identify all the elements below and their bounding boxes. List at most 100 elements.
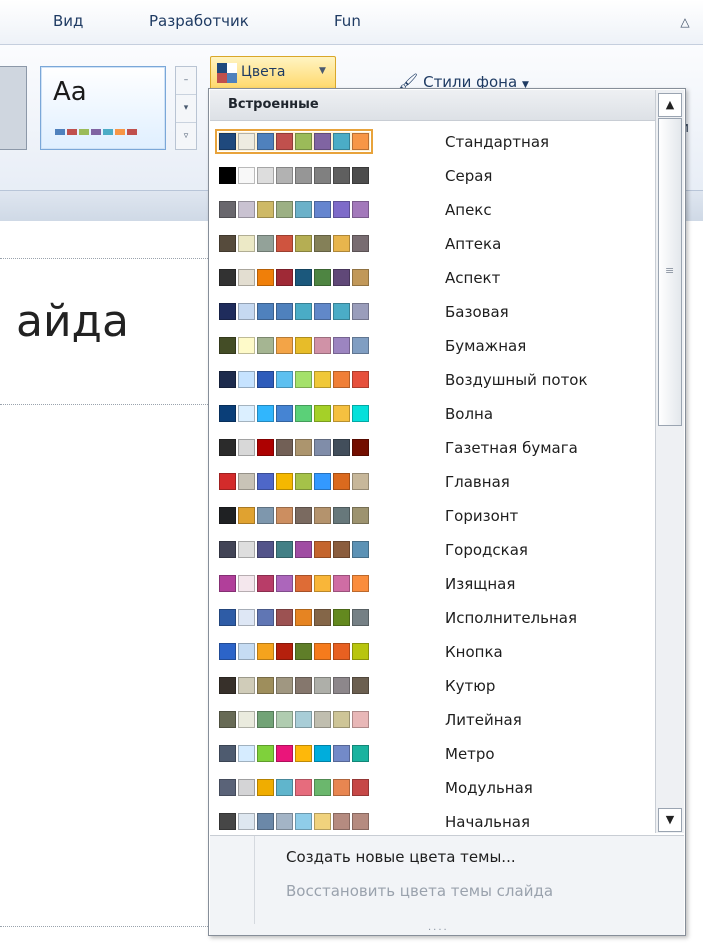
color-scheme-item[interactable]: Стандартная — [209, 127, 653, 158]
color-swatch — [352, 439, 369, 456]
ribbon-collapse-icon[interactable]: △ — [677, 14, 693, 30]
theme-thumbnail[interactable]: Aa — [40, 66, 166, 150]
color-swatch-strip — [218, 778, 370, 797]
theme-gallery-scroll[interactable]: – ▾ ▿ — [175, 66, 197, 150]
color-swatch — [333, 133, 350, 150]
color-swatch — [333, 745, 350, 762]
color-swatch-strip — [218, 200, 370, 219]
color-swatch — [257, 303, 274, 320]
color-scheme-item[interactable]: Исполнительная — [209, 603, 653, 634]
color-swatch — [295, 711, 312, 728]
color-swatch — [352, 609, 369, 626]
restore-theme-colors-item: Восстановить цвета темы слайда — [286, 882, 554, 900]
color-swatch — [276, 541, 293, 558]
color-scheme-item[interactable]: Аптека — [209, 229, 653, 260]
color-swatch-strip — [218, 302, 370, 321]
scroll-thumb[interactable]: ≡ — [658, 118, 682, 426]
color-swatch — [257, 133, 274, 150]
color-swatch — [276, 609, 293, 626]
color-scheme-item[interactable]: Литейная — [209, 705, 653, 736]
color-swatch — [276, 371, 293, 388]
resize-grip-icon[interactable]: .... — [428, 922, 449, 933]
color-scheme-item[interactable]: Главная — [209, 467, 653, 498]
color-scheme-item[interactable]: Метро — [209, 739, 653, 770]
color-scheme-item[interactable]: Воздушный поток — [209, 365, 653, 396]
slide-title-text[interactable]: айда — [16, 296, 129, 347]
color-scheme-item[interactable]: Кнопка — [209, 637, 653, 668]
color-swatch — [276, 745, 293, 762]
tab-fun[interactable]: Fun — [334, 12, 361, 30]
color-swatch — [219, 269, 236, 286]
color-swatch — [295, 235, 312, 252]
color-swatch — [352, 133, 369, 150]
dropdown-scrollbar[interactable]: ▲ ≡ ▼ — [655, 90, 684, 833]
color-swatch — [352, 745, 369, 762]
color-scheme-item[interactable]: Апекс — [209, 195, 653, 226]
color-swatch — [219, 337, 236, 354]
color-swatch — [295, 269, 312, 286]
color-scheme-item[interactable]: Начальная — [209, 807, 653, 838]
color-swatch — [276, 507, 293, 524]
color-swatch — [238, 439, 255, 456]
color-swatch-strip — [218, 676, 370, 695]
color-swatch — [352, 473, 369, 490]
color-swatch — [103, 129, 113, 135]
color-swatch — [257, 439, 274, 456]
color-swatch — [238, 779, 255, 796]
color-swatch — [333, 541, 350, 558]
gallery-up-icon[interactable]: – — [176, 67, 196, 95]
create-new-theme-colors-item[interactable]: Создать новые цвета темы... — [286, 848, 516, 866]
color-scheme-item[interactable]: Волна — [209, 399, 653, 430]
color-swatch — [295, 609, 312, 626]
color-swatch — [333, 337, 350, 354]
color-swatch — [276, 473, 293, 490]
color-swatch-strip — [218, 642, 370, 661]
color-swatch — [238, 575, 255, 592]
tab-developer[interactable]: Разработчик — [149, 12, 249, 30]
color-scheme-name: Волна — [445, 405, 494, 423]
color-scheme-name: Городская — [445, 541, 528, 559]
color-swatch — [352, 303, 369, 320]
color-scheme-item[interactable]: Горизонт — [209, 501, 653, 532]
scroll-down-icon[interactable]: ▼ — [658, 808, 682, 832]
color-swatch — [276, 405, 293, 422]
color-scheme-item[interactable]: Кутюр — [209, 671, 653, 702]
color-scheme-item[interactable]: Аспект — [209, 263, 653, 294]
color-scheme-name: Газетная бумага — [445, 439, 578, 457]
color-swatch — [333, 235, 350, 252]
color-swatch — [314, 575, 331, 592]
color-swatch — [115, 129, 125, 135]
color-swatch — [219, 439, 236, 456]
color-swatch-strip — [218, 336, 370, 355]
tab-view[interactable]: Вид — [53, 12, 83, 30]
color-swatch — [238, 643, 255, 660]
color-swatch — [238, 303, 255, 320]
color-scheme-item[interactable]: Бумажная — [209, 331, 653, 362]
color-scheme-item[interactable]: Газетная бумага — [209, 433, 653, 464]
gallery-down-icon[interactable]: ▾ — [176, 95, 196, 123]
color-swatch — [238, 541, 255, 558]
color-swatch — [333, 609, 350, 626]
color-swatch — [238, 167, 255, 184]
color-scheme-item[interactable]: Базовая — [209, 297, 653, 328]
color-scheme-name: Аптека — [445, 235, 502, 253]
color-swatch — [257, 677, 274, 694]
color-scheme-name: Исполнительная — [445, 609, 578, 627]
color-swatch — [352, 201, 369, 218]
color-swatch — [219, 609, 236, 626]
color-swatch — [238, 337, 255, 354]
color-scheme-item[interactable]: Городская — [209, 535, 653, 566]
theme-thumbnail-partial[interactable] — [0, 66, 27, 150]
color-swatch — [238, 609, 255, 626]
color-scheme-item[interactable]: Модульная — [209, 773, 653, 804]
color-swatch — [238, 711, 255, 728]
dropdown-section-header: Встроенные — [210, 90, 656, 121]
color-scheme-item[interactable]: Серая — [209, 161, 653, 192]
color-swatch — [257, 541, 274, 558]
color-scheme-item[interactable]: Изящная — [209, 569, 653, 600]
scroll-up-icon[interactable]: ▲ — [658, 93, 682, 117]
colors-button[interactable]: Цвета ▼ — [210, 56, 336, 90]
gallery-more-icon[interactable]: ▿ — [176, 123, 196, 150]
color-swatch — [79, 129, 89, 135]
color-swatch — [295, 337, 312, 354]
